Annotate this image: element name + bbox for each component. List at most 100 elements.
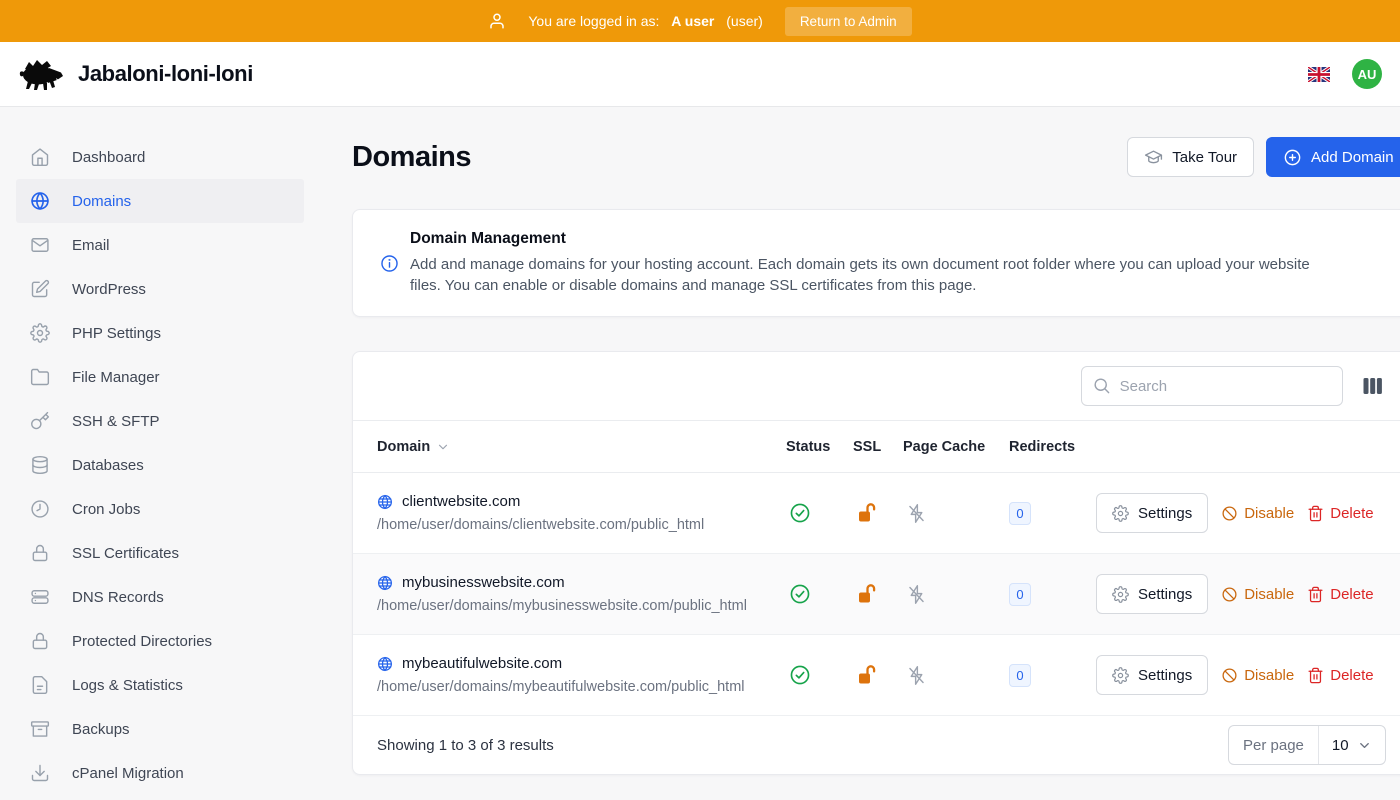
column-header-status: Status <box>786 439 853 455</box>
impersonation-banner: You are logged in as: A user (user) Retu… <box>0 0 1400 42</box>
return-to-admin-button[interactable]: Return to Admin <box>785 7 912 36</box>
search-box <box>1081 366 1343 406</box>
graduation-cap-icon <box>1144 148 1163 167</box>
sidebar-item-cpanel-migration[interactable]: cPanel Migration <box>16 751 304 795</box>
sidebar-item-wordpress[interactable]: WordPress <box>16 267 304 311</box>
columns-icon <box>1363 377 1383 395</box>
brand[interactable]: Jabaloni-loni-loni <box>16 56 253 92</box>
trash-icon <box>1307 505 1324 522</box>
trash-icon <box>1307 586 1324 603</box>
sidebar-item-php-settings[interactable]: PHP Settings <box>16 311 304 355</box>
page-cache-off-icon <box>903 584 1009 605</box>
sidebar: Dashboard Domains Email WordPress PHP Se… <box>0 107 320 800</box>
folder-icon <box>30 367 50 387</box>
person-icon <box>488 12 506 30</box>
slash-circle-icon <box>1221 667 1238 684</box>
sidebar-item-label: Dashboard <box>72 149 145 166</box>
disable-button[interactable]: Disable <box>1221 667 1294 684</box>
take-tour-button[interactable]: Take Tour <box>1127 137 1254 177</box>
archive-icon <box>30 719 50 739</box>
domain-name[interactable]: mybusinesswebsite.com <box>402 574 565 591</box>
document-root-path: /home/user/domains/mybusinesswebsite.com… <box>377 598 786 614</box>
globe-icon <box>377 575 393 591</box>
sidebar-item-email[interactable]: Email <box>16 223 304 267</box>
document-root-path: /home/user/domains/mybeautifulwebsite.co… <box>377 679 786 695</box>
per-page-select[interactable]: Per page 10 <box>1228 725 1386 765</box>
sidebar-item-label: File Manager <box>72 369 160 386</box>
sidebar-item-ssl-certificates[interactable]: SSL Certificates <box>16 531 304 575</box>
redirects-count-badge[interactable]: 0 <box>1009 583 1031 606</box>
sidebar-item-protected-directories[interactable]: Protected Directories <box>16 619 304 663</box>
sidebar-item-dashboard[interactable]: Dashboard <box>16 135 304 179</box>
sidebar-item-label: Email <box>72 237 110 254</box>
column-header-ssl: SSL <box>853 439 903 455</box>
info-card-title: Domain Management <box>410 230 1330 248</box>
disable-button[interactable]: Disable <box>1221 586 1294 603</box>
globe-icon <box>377 494 393 510</box>
column-header-page-cache: Page Cache <box>903 439 1009 455</box>
gear-icon <box>1112 505 1129 522</box>
domain-name[interactable]: clientwebsite.com <box>402 493 520 510</box>
sidebar-item-label: Cron Jobs <box>72 501 140 518</box>
sidebar-item-databases[interactable]: Databases <box>16 443 304 487</box>
sidebar-item-label: Databases <box>72 457 144 474</box>
settings-button[interactable]: Settings <box>1096 574 1208 614</box>
column-header-domain[interactable]: Domain <box>377 439 786 455</box>
ssl-unlocked-icon <box>853 502 903 524</box>
sidebar-item-ssh-sftp[interactable]: SSH & SFTP <box>16 399 304 443</box>
app-title: Jabaloni-loni-loni <box>78 61 253 87</box>
sidebar-item-cron-jobs[interactable]: Cron Jobs <box>16 487 304 531</box>
status-enabled-icon <box>786 502 853 524</box>
lock-icon <box>30 543 50 563</box>
sidebar-item-label: Logs & Statistics <box>72 677 183 694</box>
per-page-value: 10 <box>1332 737 1349 754</box>
sidebar-item-backups[interactable]: Backups <box>16 707 304 751</box>
delete-button[interactable]: Delete <box>1307 505 1373 522</box>
sidebar-item-label: SSL Certificates <box>72 545 179 562</box>
info-icon <box>380 254 399 273</box>
search-input[interactable] <box>1081 366 1343 406</box>
main-content: Domains Take Tour Add Domain Domain Mana… <box>320 107 1400 800</box>
file-text-icon <box>30 675 50 695</box>
slash-circle-icon <box>1221 505 1238 522</box>
info-card: Domain Management Add and manage domains… <box>352 209 1400 317</box>
sidebar-item-logs-statistics[interactable]: Logs & Statistics <box>16 663 304 707</box>
database-icon <box>30 455 50 475</box>
info-card-body: Add and manage domains for your hosting … <box>410 255 1330 296</box>
boar-logo-icon <box>16 56 64 92</box>
column-header-redirects: Redirects <box>1009 439 1096 455</box>
domain-name[interactable]: mybeautifulwebsite.com <box>402 655 562 672</box>
ssl-unlocked-icon <box>853 583 903 605</box>
sidebar-item-dns-records[interactable]: DNS Records <box>16 575 304 619</box>
sidebar-item-label: PHP Settings <box>72 325 161 342</box>
disable-button[interactable]: Disable <box>1221 505 1294 522</box>
globe-icon <box>30 191 50 211</box>
sidebar-item-file-manager[interactable]: File Manager <box>16 355 304 399</box>
language-flag-icon[interactable] <box>1308 67 1330 82</box>
sidebar-item-label: WordPress <box>72 281 146 298</box>
globe-icon <box>377 656 393 672</box>
app-header: Jabaloni-loni-loni AU <box>0 42 1400 107</box>
sidebar-item-label: Domains <box>72 193 131 210</box>
redirects-count-badge[interactable]: 0 <box>1009 664 1031 687</box>
settings-button[interactable]: Settings <box>1096 493 1208 533</box>
table-header-row: Domain Status SSL Page Cache Redirects <box>353 420 1400 473</box>
gear-icon <box>30 323 50 343</box>
sidebar-item-label: cPanel Migration <box>72 765 184 782</box>
redirects-count-badge[interactable]: 0 <box>1009 502 1031 525</box>
gear-icon <box>1112 667 1129 684</box>
sidebar-item-domains[interactable]: Domains <box>16 179 304 223</box>
column-toggle-button[interactable] <box>1361 375 1385 397</box>
sidebar-item-label: Backups <box>72 721 130 738</box>
settings-button[interactable]: Settings <box>1096 655 1208 695</box>
delete-button[interactable]: Delete <box>1307 586 1373 603</box>
add-domain-button[interactable]: Add Domain <box>1266 137 1400 177</box>
key-icon <box>30 411 50 431</box>
results-summary: Showing 1 to 3 of 3 results <box>377 737 554 754</box>
user-avatar[interactable]: AU <box>1352 59 1382 89</box>
lock-icon <box>30 631 50 651</box>
mail-icon <box>30 235 50 255</box>
page-title: Domains <box>352 141 471 174</box>
delete-button[interactable]: Delete <box>1307 667 1373 684</box>
sidebar-item-label: DNS Records <box>72 589 164 606</box>
